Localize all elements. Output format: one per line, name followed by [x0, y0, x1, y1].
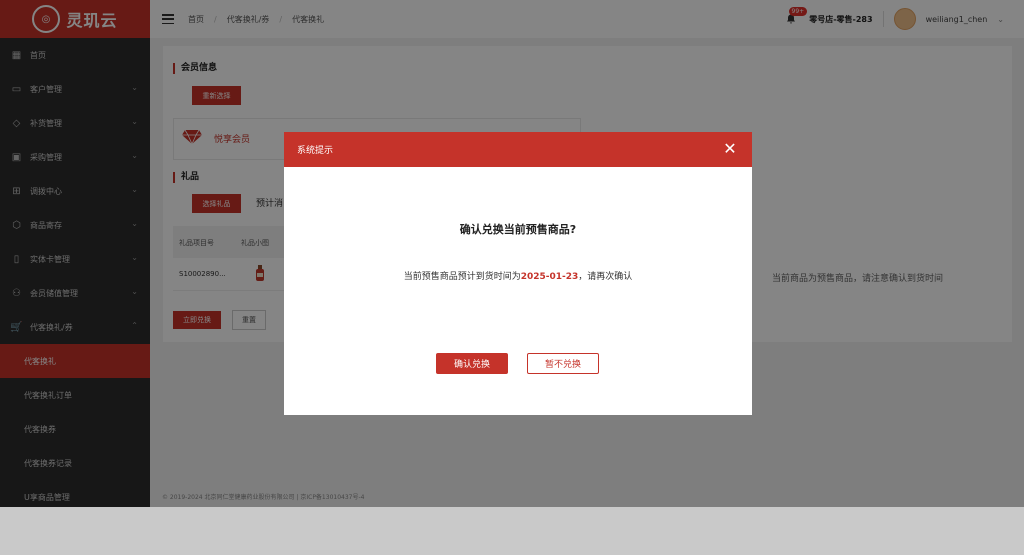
close-icon[interactable]: ✕	[722, 141, 738, 157]
message-suffix: ，请再次确认	[578, 272, 633, 282]
bottom-strip	[0, 507, 1024, 555]
dialog-title: 系统提示	[297, 146, 334, 156]
confirm-dialog: 系统提示 ✕ 确认兑换当前预售商品? 当前预售商品预计到货时间为2025-01-…	[284, 132, 752, 415]
message-prefix: 当前预售商品预计到货时间为	[403, 272, 521, 282]
confirm-exchange-button[interactable]: 确认兑换	[436, 353, 508, 374]
dialog-header: 系统提示 ✕	[284, 132, 752, 167]
arrival-date: 2025-01-23	[520, 272, 579, 282]
dialog-message: 当前预售商品预计到货时间为2025-01-23，请再次确认	[284, 269, 752, 282]
dialog-question: 确认兑换当前预售商品?	[459, 223, 577, 236]
presale-note: 当前商品为预售商品，请注意确认到货时间	[772, 274, 944, 284]
cancel-exchange-button[interactable]: 暂不兑换	[527, 353, 599, 374]
